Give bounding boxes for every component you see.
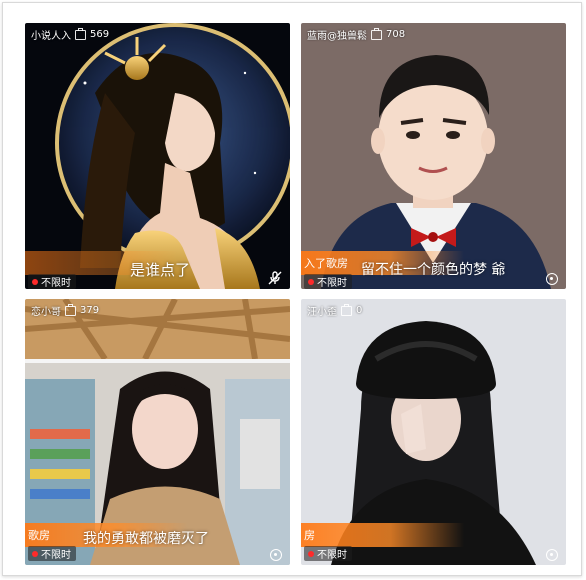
live-dot-icon	[308, 278, 314, 285]
streamer-name: 恋小哥	[31, 307, 61, 318]
stream-tile-2[interactable]: 蓝雨@独兽鬆 708 入了歌房 留不住一个颜色的梦 爺 不限时	[301, 23, 566, 289]
stream-thumbnail	[301, 23, 566, 289]
badge-label: 不限时	[317, 550, 347, 561]
viewer-count: 379	[80, 305, 100, 316]
record-icon[interactable]	[546, 549, 558, 561]
streamer-name: 蓝雨@独兽鬆	[307, 31, 367, 42]
time-badge: 不限时	[28, 546, 76, 561]
stream-tile-3[interactable]: 恋小哥 379 歌房 我的勇敢都被磨灭了 不限时	[25, 299, 290, 565]
viewer-count-icon	[65, 303, 76, 316]
viewer-count: 708	[386, 29, 406, 40]
record-icon[interactable]	[546, 273, 558, 285]
stream-grid: 小说人入 569 是谁点了 不限时 蓝雨@独兽鬆 708 入了歌房 留不住一个颜…	[2, 2, 582, 576]
live-dot-icon	[308, 550, 314, 557]
streamer-name: 小说人入	[31, 31, 71, 42]
badge-label: 不限时	[317, 278, 347, 289]
lyric-caption: 是谁点了	[130, 261, 191, 279]
viewer-count: 569	[90, 29, 110, 40]
stream-info: 小说人入 569	[31, 27, 109, 42]
time-badge: 不限时	[304, 274, 352, 289]
stream-info: 汪小歪 0	[307, 303, 362, 318]
stream-tile-1[interactable]: 小说人入 569 是谁点了 不限时	[25, 23, 290, 289]
mic-off-icon[interactable]	[268, 271, 282, 285]
stream-tile-4[interactable]: 汪小歪 0 房 不限时	[301, 299, 566, 565]
badge-label: 不限时	[41, 278, 71, 289]
badge-label: 不限时	[41, 550, 71, 561]
stream-info: 恋小哥 379	[31, 303, 99, 318]
banner-text: 入了歌房	[304, 257, 348, 270]
time-badge: 不限时	[28, 274, 76, 289]
live-dot-icon	[32, 550, 38, 557]
banner-text: 歌房	[28, 529, 50, 542]
viewer-count: 0	[356, 305, 363, 316]
viewer-count-icon	[75, 27, 86, 40]
banner-text: 房	[304, 529, 315, 542]
stream-thumbnail	[25, 23, 290, 289]
room-banner: 房	[301, 523, 464, 547]
viewer-count-icon	[341, 303, 352, 316]
streamer-name: 汪小歪	[307, 307, 337, 318]
live-dot-icon	[32, 278, 38, 285]
lyric-caption: 我的勇敢都被磨灭了	[83, 531, 209, 547]
viewer-count-icon	[371, 27, 382, 40]
time-badge: 不限时	[304, 546, 352, 561]
record-icon[interactable]	[270, 549, 282, 561]
lyric-caption: 留不住一个颜色的梦 爺	[361, 262, 506, 278]
stream-info: 蓝雨@独兽鬆 708	[307, 27, 405, 42]
